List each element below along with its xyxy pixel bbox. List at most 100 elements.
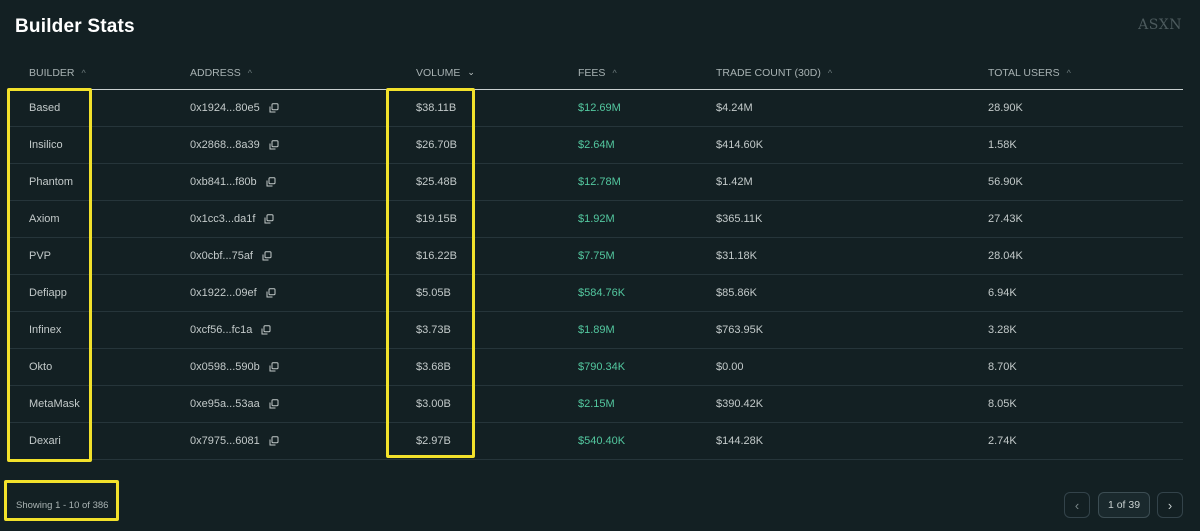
- chevron-up-icon: ^: [612, 67, 617, 78]
- builder-address: 0x1922...09ef: [190, 275, 276, 311]
- builder-name: Dexari: [29, 435, 61, 447]
- builder-address: 0xb841...f80b: [190, 164, 276, 200]
- chevron-up-icon: ^: [81, 67, 86, 78]
- builder-name: PVP: [29, 250, 52, 262]
- volume-value: $19.15B: [416, 213, 457, 225]
- fees-value: $12.69M: [578, 102, 621, 114]
- total-users-value: 8.70K: [988, 361, 1017, 373]
- total-users-value: 28.90K: [988, 102, 1023, 114]
- volume-value: $3.73B: [416, 324, 451, 336]
- fees-value: $2.15M: [578, 398, 615, 410]
- table-row[interactable]: Defiapp 0x1922...09ef $5.05B $584.76K $85.86…: [10, 275, 1183, 312]
- copy-icon[interactable]: [269, 140, 279, 150]
- copy-icon[interactable]: [266, 288, 276, 298]
- volume-value: $26.70B: [416, 139, 457, 151]
- next-page-button[interactable]: ›: [1157, 492, 1183, 518]
- table-row[interactable]: MetaMask 0xe95a...53aa $3.00B $2.15M $390.42…: [10, 386, 1183, 423]
- fees-value: $12.78M: [578, 176, 621, 188]
- builder-address: 0x1cc3...da1f: [190, 201, 274, 237]
- fees-value: $7.75M: [578, 250, 615, 262]
- column-header-volume[interactable]: VOLUME ⌄: [416, 56, 475, 89]
- copy-icon[interactable]: [269, 399, 279, 409]
- chevron-left-icon: ‹: [1074, 497, 1080, 513]
- chevron-right-icon: ›: [1167, 497, 1173, 513]
- volume-value: $5.05B: [416, 287, 451, 299]
- column-header-total-users[interactable]: TOTAL USERS ^: [988, 56, 1071, 89]
- total-users-value: 8.05K: [988, 398, 1017, 410]
- copy-icon[interactable]: [262, 251, 272, 261]
- volume-value: $2.97B: [416, 435, 451, 447]
- watermark-logo: ASXN: [1138, 17, 1182, 33]
- volume-value: $25.48B: [416, 176, 457, 188]
- trade-count-value: $4.24M: [716, 102, 753, 114]
- column-header-address[interactable]: ADDRESS ^: [190, 56, 252, 89]
- builder-name: Insilico: [29, 139, 63, 151]
- fees-value: $1.89M: [578, 324, 615, 336]
- copy-icon[interactable]: [269, 362, 279, 372]
- table-row[interactable]: Infinex 0xcf56...fc1a $3.73B $1.89M $763.95K…: [10, 312, 1183, 349]
- builder-address: 0xcf56...fc1a: [190, 312, 271, 348]
- builder-name: Based: [29, 102, 61, 114]
- total-users-value: 6.94K: [988, 287, 1017, 299]
- previous-page-button[interactable]: ‹: [1064, 492, 1090, 518]
- trade-count-value: $31.18K: [716, 250, 757, 262]
- trade-count-value: $85.86K: [716, 287, 757, 299]
- trade-count-value: $1.42M: [716, 176, 753, 188]
- builder-name: Infinex: [29, 324, 62, 336]
- column-header-trade-count[interactable]: TRADE COUNT (30D) ^: [716, 56, 832, 89]
- table-row[interactable]: Insilico 0x2868...8a39 $26.70B $2.64M $414.6…: [10, 127, 1183, 164]
- total-users-value: 3.28K: [988, 324, 1017, 336]
- table-header-row: BUILDER ^ ADDRESS ^ VOLUME ⌄ FEES ^ TRAD…: [10, 56, 1183, 90]
- builder-address: 0x1924...80e5: [190, 90, 279, 126]
- total-users-value: 1.58K: [988, 139, 1017, 151]
- fees-value: $584.76K: [578, 287, 626, 299]
- pagination-summary: Showing 1 - 10 of 386: [16, 500, 109, 511]
- copy-icon[interactable]: [264, 214, 274, 224]
- chevron-up-icon: ^: [827, 67, 833, 78]
- page-indicator: 1 of 39: [1098, 492, 1150, 518]
- builder-name: Okto: [29, 361, 53, 373]
- builder-name: MetaMask: [29, 398, 80, 410]
- table-row[interactable]: Axiom 0x1cc3...da1f $19.15B $1.92M $365.11K 2…: [10, 201, 1183, 238]
- builder-address: 0x0cbf...75af: [190, 238, 272, 274]
- total-users-value: 27.43K: [988, 213, 1023, 225]
- column-header-fees[interactable]: FEES ^: [578, 56, 617, 89]
- builder-address: 0x0598...590b: [190, 349, 279, 385]
- trade-count-value: $414.60K: [716, 139, 764, 151]
- volume-value: $3.00B: [416, 398, 451, 410]
- copy-icon[interactable]: [266, 177, 276, 187]
- table-row[interactable]: Okto 0x0598...590b $3.68B $790.34K $0.00 8.70…: [10, 349, 1183, 386]
- chevron-up-icon: ^: [247, 67, 252, 78]
- copy-icon[interactable]: [269, 436, 279, 446]
- total-users-value: 2.74K: [988, 435, 1017, 447]
- builder-stats-table: BUILDER ^ ADDRESS ^ VOLUME ⌄ FEES ^ TRAD…: [10, 56, 1183, 460]
- builder-address: 0xe95a...53aa: [190, 386, 279, 422]
- table-row[interactable]: Based 0x1924...80e5 $38.11B $12.69M $4.24M 28…: [10, 90, 1183, 127]
- volume-value: $38.11B: [416, 102, 457, 114]
- builder-name: Phantom: [29, 176, 74, 188]
- table-row[interactable]: PVP 0x0cbf...75af $16.22B $7.75M $31.18K 28.0…: [10, 238, 1183, 275]
- fees-value: $540.40K: [578, 435, 626, 447]
- column-header-builder[interactable]: BUILDER ^: [29, 56, 86, 89]
- trade-count-value: $144.28K: [716, 435, 764, 447]
- volume-value: $16.22B: [416, 250, 457, 262]
- page-title: Builder Stats: [15, 16, 135, 37]
- fees-value: $2.64M: [578, 139, 615, 151]
- builder-address: 0x2868...8a39: [190, 127, 279, 163]
- copy-icon[interactable]: [261, 325, 271, 335]
- volume-value: $3.68B: [416, 361, 451, 373]
- fees-value: $1.92M: [578, 213, 615, 225]
- table-row[interactable]: Dexari 0x7975...6081 $2.97B $540.40K $144.28…: [10, 423, 1183, 460]
- copy-icon[interactable]: [269, 103, 279, 113]
- builder-name: Defiapp: [29, 287, 67, 299]
- builder-name: Axiom: [29, 213, 60, 225]
- total-users-value: 28.04K: [988, 250, 1023, 262]
- trade-count-value: $763.95K: [716, 324, 764, 336]
- total-users-value: 56.90K: [988, 176, 1023, 188]
- table-row[interactable]: Phantom 0xb841...f80b $25.48B $12.78M $1.42M…: [10, 164, 1183, 201]
- fees-value: $790.34K: [578, 361, 626, 373]
- trade-count-value: $0.00: [716, 361, 744, 373]
- chevron-down-icon: ⌄: [467, 67, 475, 77]
- chevron-up-icon: ^: [1066, 67, 1071, 78]
- builder-address: 0x7975...6081: [190, 423, 279, 459]
